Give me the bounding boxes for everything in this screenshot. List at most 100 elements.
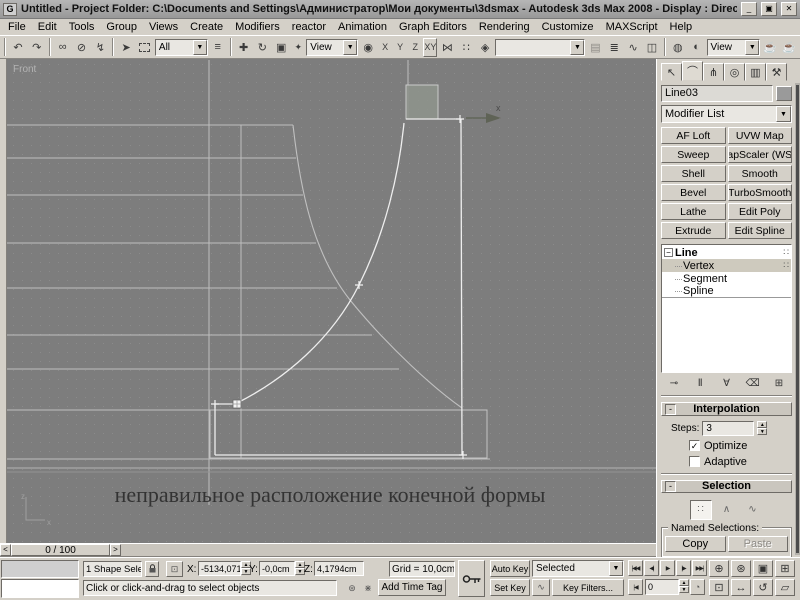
modifier-button-bevel[interactable]: Bevel	[661, 184, 726, 201]
object-name-field[interactable]: Line03	[661, 85, 773, 102]
viewport-label[interactable]: Front	[13, 64, 37, 75]
render-type-dropdown[interactable]: View ▼	[707, 39, 761, 56]
y-coordinate-field[interactable]: -0,0cm	[259, 561, 295, 576]
selected-vertex-marker[interactable]	[233, 400, 241, 408]
modifier-button-af-loft[interactable]: AF Loft	[661, 127, 726, 144]
menu-modifiers[interactable]: Modifiers	[229, 20, 286, 34]
tab-create-icon[interactable]: ↖	[661, 63, 682, 81]
previous-frame-icon[interactable]: ◀|	[644, 560, 659, 576]
panel-scrollbar[interactable]	[795, 83, 800, 555]
make-unique-icon[interactable]: ∀	[716, 376, 738, 391]
subobject-vertex-button[interactable]: ∷	[690, 500, 712, 520]
tab-utilities-icon[interactable]: ⚒	[766, 63, 787, 81]
arc-rotate-icon[interactable]: ↺	[753, 579, 773, 596]
selection-set-dropdown[interactable]: Selected ▼	[532, 560, 624, 577]
dropdown-arrow-icon[interactable]: ▼	[343, 40, 357, 55]
rollout-selection-header[interactable]: Selection -	[661, 480, 792, 493]
subobject-segment-button[interactable]: ∧	[716, 500, 738, 520]
snaps-toggle-icon[interactable]: ∷	[457, 38, 475, 57]
stack-item-vertex[interactable]: ···· Vertex ∷	[662, 259, 791, 272]
menu-maxscript[interactable]: MAXScript	[600, 20, 664, 34]
tab-modify-icon[interactable]: ⌒	[682, 61, 703, 81]
go-to-end-icon[interactable]: ▶▶|	[692, 560, 707, 576]
modifier-button-extrude[interactable]: Extrude	[661, 222, 726, 239]
menu-file[interactable]: File	[2, 20, 32, 34]
tab-motion-icon[interactable]: ◎	[724, 63, 745, 81]
select-and-manipulate-icon[interactable]: ✦	[291, 38, 305, 57]
restrict-xy-plane-button[interactable]: XY	[423, 38, 437, 57]
menu-animation[interactable]: Animation	[332, 20, 393, 34]
select-and-scale-icon[interactable]: ▣	[272, 38, 290, 57]
zoom-all-icon[interactable]: ⊛	[731, 560, 751, 577]
maxscript-mini-listener-bottom[interactable]	[1, 579, 79, 598]
modifier-button-edit-poly[interactable]: Edit Poly	[728, 203, 793, 220]
align-icon[interactable]: ◈	[476, 38, 494, 57]
stack-item-segment[interactable]: ···· Segment	[662, 272, 791, 285]
quick-render-icon[interactable]: ☕	[761, 38, 779, 57]
pin-stack-icon[interactable]: ⊸	[663, 376, 685, 391]
select-and-move-icon[interactable]: ✚	[235, 38, 253, 57]
render-setup-icon[interactable]: ◐	[688, 38, 706, 57]
named-selection-sets-dropdown[interactable]: ▼	[495, 39, 585, 56]
dropdown-arrow-icon[interactable]: ▼	[570, 40, 584, 55]
select-object-icon[interactable]: ➤	[117, 38, 135, 57]
menu-group[interactable]: Group	[100, 20, 143, 34]
layer-manager-icon[interactable]: ≣	[605, 38, 623, 57]
zoom-icon[interactable]: ⊕	[709, 560, 729, 577]
use-center-icon[interactable]: ◉	[359, 38, 377, 57]
material-editor-icon[interactable]: ◍	[669, 38, 687, 57]
absolute-offset-toggle-icon[interactable]: ⊡	[166, 561, 183, 577]
time-next-button[interactable]: >	[110, 544, 121, 556]
select-by-name-icon[interactable]: ≡	[209, 38, 227, 57]
copy-button[interactable]: Copy	[665, 536, 726, 552]
modifier-button-turbosmooth[interactable]: TurboSmooth	[728, 184, 793, 201]
key-filters-button[interactable]: Key Filters...	[552, 579, 624, 596]
time-prev-button[interactable]: <	[0, 544, 11, 556]
dropdown-arrow-icon[interactable]: ▼	[776, 106, 791, 122]
pan-icon[interactable]: ↔	[731, 579, 751, 596]
go-to-start-icon[interactable]: |◀◀	[628, 560, 643, 576]
close-button[interactable]: ✕	[781, 2, 797, 16]
current-frame-field[interactable]: 0	[645, 579, 679, 595]
restrict-z-button[interactable]: Z	[408, 38, 422, 57]
menu-tools[interactable]: Tools	[63, 20, 101, 34]
dropdown-arrow-icon[interactable]: ▼	[745, 40, 759, 55]
time-configuration-icon[interactable]: ◔	[690, 579, 705, 595]
remove-modifier-icon[interactable]: ⌫	[742, 376, 764, 391]
modifier-button-smooth[interactable]: Smooth	[728, 165, 793, 182]
selection-region-icon[interactable]	[136, 38, 154, 57]
mirror-icon[interactable]: ⋈	[438, 38, 456, 57]
menu-customize[interactable]: Customize	[536, 20, 600, 34]
default-in-out-tangents-icon[interactable]: ∿	[532, 579, 550, 596]
minimize-button[interactable]: _	[741, 2, 757, 16]
curve-editor-icon[interactable]: ∿	[624, 38, 642, 57]
modifier-button-shell[interactable]: Shell	[661, 165, 726, 182]
collapse-icon[interactable]: −	[664, 248, 673, 257]
region-zoom-icon[interactable]: ⊡	[709, 579, 729, 596]
next-frame-icon[interactable]: |▶	[676, 560, 691, 576]
schematic-view-icon[interactable]: ◫	[643, 38, 661, 57]
bind-to-spacewarp-icon[interactable]: ↯	[91, 38, 109, 57]
end-shape-square[interactable]	[406, 85, 438, 119]
x-coordinate-field[interactable]: -5134,0718	[198, 561, 241, 576]
select-and-rotate-icon[interactable]: ↻	[253, 38, 271, 57]
set-key-mode-icon[interactable]	[458, 560, 485, 597]
zoom-extents-icon[interactable]: ▣	[753, 560, 773, 577]
key-mode-toggle-icon[interactable]: |◀	[628, 579, 643, 595]
play-animation-icon[interactable]: ▶	[660, 560, 675, 576]
frame-spinner[interactable]: ▲▼	[679, 579, 689, 593]
min-max-toggle-icon[interactable]: ▱	[775, 579, 795, 596]
show-end-result-icon[interactable]: Ⅱ	[689, 376, 711, 391]
rollout-interpolation-header[interactable]: Interpolation -	[661, 402, 792, 415]
menu-help[interactable]: Help	[664, 20, 699, 34]
dropdown-arrow-icon[interactable]: ▼	[193, 40, 207, 55]
reference-coordinate-dropdown[interactable]: View ▼	[306, 39, 358, 56]
selection-filter-dropdown[interactable]: All ▼	[155, 39, 208, 56]
time-slider-handle[interactable]: 0 / 100	[11, 544, 110, 556]
restore-button[interactable]: ▣	[761, 2, 777, 16]
modifier-list-dropdown[interactable]: Modifier List ▼	[661, 105, 792, 123]
communicator-status-icon[interactable]: ⊛	[345, 580, 359, 596]
modifier-button-lathe[interactable]: Lathe	[661, 203, 726, 220]
viewport-front[interactable]: x Front z x неправильное расположение ко…	[7, 59, 656, 543]
menu-edit[interactable]: Edit	[32, 20, 63, 34]
